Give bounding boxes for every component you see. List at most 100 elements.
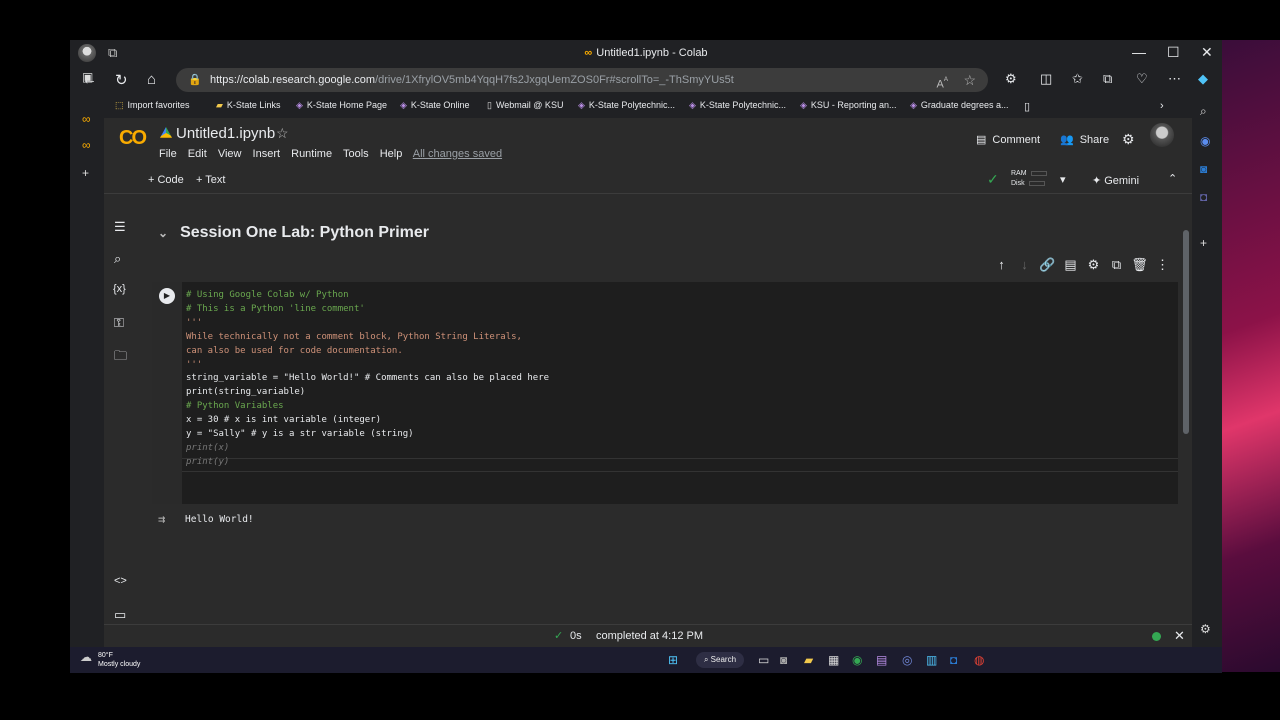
scrollbar-thumb[interactable] bbox=[1183, 230, 1189, 434]
discord-icon[interactable]: ◎ bbox=[902, 653, 912, 667]
browser-window: ⧉ ∞ Untitled1.ipynb - Colab — ☐ ✕ ← ↻ ⌂ 🔒… bbox=[70, 40, 1222, 654]
minimize-button[interactable]: — bbox=[1132, 44, 1146, 60]
task-view-icon[interactable]: ▭ bbox=[758, 653, 769, 667]
variables-icon[interactable]: {x} bbox=[113, 283, 126, 295]
notebook-scrollbar[interactable] bbox=[1180, 194, 1192, 624]
colab-tab-1-icon[interactable]: ∞ bbox=[82, 112, 91, 126]
colab-tab-2-icon[interactable]: ∞ bbox=[82, 138, 91, 152]
section-heading[interactable]: ⌄ Session One Lab: Python Primer bbox=[158, 224, 429, 242]
favorites-icon[interactable]: ✩ bbox=[1072, 71, 1083, 87]
menu-edit[interactable]: Edit bbox=[188, 148, 207, 160]
favorite-star-icon[interactable]: ☆ bbox=[963, 68, 976, 92]
mirror-cell-icon[interactable]: ⧉ bbox=[1105, 257, 1128, 273]
taskbar-search[interactable]: ⌕ Search bbox=[696, 652, 744, 668]
cell-more-icon[interactable]: ⋮ bbox=[1151, 257, 1174, 273]
bookmark-ksu-reporting[interactable]: ◈ KSU - Reporting an... bbox=[800, 100, 896, 111]
bookmark-webmail[interactable]: ▯ Webmail @ KSU bbox=[487, 100, 563, 111]
bookmark-kstate-online[interactable]: ◈ K-State Online bbox=[400, 100, 469, 111]
secrets-key-icon[interactable]: ⚿ bbox=[114, 315, 124, 331]
ram-disk-indicator[interactable]: RAM Disk bbox=[1011, 169, 1047, 189]
sidebar-teams-icon[interactable]: ◘ bbox=[1200, 190, 1207, 204]
close-status-icon[interactable]: ✕ bbox=[1174, 628, 1185, 644]
close-window-button[interactable]: ✕ bbox=[1201, 44, 1213, 61]
user-avatar[interactable] bbox=[1150, 123, 1174, 147]
move-cell-down-icon[interactable]: ↓ bbox=[1013, 257, 1036, 272]
sidebar-settings-icon[interactable]: ⚙ bbox=[1200, 622, 1211, 636]
menu-help[interactable]: Help bbox=[380, 148, 403, 160]
move-cell-up-icon[interactable]: ↑ bbox=[990, 257, 1013, 272]
add-text-button[interactable]: + Text bbox=[196, 174, 225, 186]
save-status-link[interactable]: All changes saved bbox=[413, 148, 502, 160]
other-favorites-icon[interactable]: ▯ bbox=[1024, 100, 1030, 113]
collections-icon[interactable]: ⧉ bbox=[1103, 71, 1112, 87]
collapse-header-chevron-icon[interactable]: ⌃ bbox=[1168, 172, 1177, 185]
delete-cell-icon[interactable]: 🗑 bbox=[1128, 257, 1151, 273]
bookmark-kstate-polytechnic-2[interactable]: ◈ K-State Polytechnic... bbox=[689, 100, 786, 111]
refresh-icon[interactable]: ↻ bbox=[115, 71, 128, 89]
file-explorer-icon[interactable]: ▰ bbox=[804, 653, 813, 667]
bookmark-label: KSU - Reporting an... bbox=[810, 100, 897, 110]
settings-gear-icon[interactable]: ⚙ bbox=[1122, 131, 1135, 148]
search-icon[interactable]: ⌕ bbox=[114, 251, 121, 267]
bookmark-kstate-links[interactable]: ▰ K-State Links bbox=[216, 100, 280, 111]
code-cell[interactable]: ▶ # Using Google Colab w/ Python # This i… bbox=[152, 282, 1178, 504]
sidebar-outlook-icon[interactable]: ◙ bbox=[1200, 162, 1207, 176]
outlook-icon[interactable]: ◘ bbox=[950, 653, 957, 667]
output-actions-icon[interactable]: ⇉ bbox=[158, 512, 165, 526]
browser-essentials-icon[interactable]: ♡ bbox=[1136, 71, 1148, 87]
sidebar-search-icon[interactable]: ⌕ bbox=[1200, 104, 1207, 119]
menu-insert[interactable]: Insert bbox=[253, 148, 281, 160]
chrome-icon[interactable]: ◍ bbox=[974, 653, 984, 667]
sidebar-add-icon[interactable]: + bbox=[1200, 236, 1207, 250]
more-menu-icon[interactable]: ⋯ bbox=[1168, 71, 1181, 87]
colab-logo[interactable]: CO bbox=[119, 127, 147, 150]
bookmarks-overflow-chevron-icon[interactable]: › bbox=[1160, 100, 1164, 112]
runtime-dropdown-chevron-icon[interactable]: ▾ bbox=[1060, 173, 1066, 186]
add-code-button[interactable]: + Code bbox=[148, 174, 184, 186]
app-icon[interactable]: ▤ bbox=[876, 653, 887, 667]
start-windows-icon[interactable]: ⊞ bbox=[668, 653, 678, 667]
star-icon[interactable]: ☆ bbox=[276, 125, 289, 142]
share-button[interactable]: 👥 Share bbox=[1060, 133, 1109, 146]
store-icon[interactable]: ▦ bbox=[828, 653, 839, 667]
menu-file[interactable]: File bbox=[159, 148, 177, 160]
command-palette-icon[interactable]: ▭ bbox=[114, 607, 126, 623]
maximize-button[interactable]: ☐ bbox=[1167, 44, 1180, 61]
bookmark-graduate-degrees[interactable]: ◈ Graduate degrees a... bbox=[910, 100, 1008, 111]
files-folder-icon[interactable]: 🗀 bbox=[114, 347, 127, 369]
comment-button[interactable]: ▤ Comment bbox=[976, 133, 1040, 146]
menu-tools[interactable]: Tools bbox=[343, 148, 369, 160]
code-snippets-icon[interactable]: <> bbox=[114, 575, 127, 587]
weather-condition: Mostly cloudy bbox=[98, 661, 141, 668]
menu-runtime[interactable]: Runtime bbox=[291, 148, 332, 160]
lock-icon[interactable]: 🔒 bbox=[188, 68, 202, 92]
edge-browser-icon[interactable]: ◉ bbox=[852, 653, 862, 667]
split-screen-icon[interactable]: ◫ bbox=[1040, 71, 1052, 87]
menu-view[interactable]: View bbox=[218, 148, 242, 160]
table-of-contents-icon[interactable]: ☰ bbox=[114, 219, 126, 235]
vertical-tabs-icon[interactable]: ▣ bbox=[82, 70, 93, 84]
read-aloud-icon[interactable]: Aᴬ bbox=[937, 68, 949, 92]
collapse-section-chevron-icon[interactable]: ⌄ bbox=[158, 226, 168, 240]
extensions-icon[interactable]: ⚙ bbox=[1005, 71, 1017, 87]
code-line: x = 30 # x is int variable (integer) bbox=[186, 415, 382, 426]
url-field[interactable]: 🔒 https://colab.research.google.com/driv… bbox=[176, 68, 988, 92]
bookmark-import-favorites[interactable]: ⬚ Import favorites bbox=[115, 100, 190, 111]
bookmark-kstate-polytechnic-1[interactable]: ◈ K-State Polytechnic... bbox=[578, 100, 675, 111]
teams-chat-icon[interactable]: ◙ bbox=[780, 653, 787, 667]
sidebar-copilot-icon[interactable]: ◉ bbox=[1200, 134, 1210, 148]
notepad-icon[interactable]: ▥ bbox=[926, 653, 937, 667]
link-cell-icon[interactable]: 🔗 bbox=[1036, 257, 1059, 273]
new-tab-icon[interactable]: + bbox=[82, 166, 89, 180]
code-editor[interactable]: # Using Google Colab w/ Python # This is … bbox=[186, 289, 549, 470]
notebook-filename[interactable]: Untitled1.ipynb bbox=[176, 125, 275, 142]
home-icon[interactable]: ⌂ bbox=[147, 71, 156, 88]
gemini-button[interactable]: ✦ Gemini bbox=[1092, 174, 1139, 187]
window-title: ∞ Untitled1.ipynb - Colab bbox=[70, 47, 1222, 59]
comment-cell-icon[interactable]: ▤ bbox=[1059, 257, 1082, 273]
bookmark-kstate-home[interactable]: ◈ K-State Home Page bbox=[296, 100, 387, 111]
run-cell-play-icon[interactable]: ▶ bbox=[159, 288, 175, 304]
window-title-text: Untitled1.ipynb - Colab bbox=[596, 47, 708, 59]
cell-settings-icon[interactable]: ⚙ bbox=[1082, 257, 1105, 273]
copilot-icon[interactable]: ◆ bbox=[1198, 71, 1208, 87]
